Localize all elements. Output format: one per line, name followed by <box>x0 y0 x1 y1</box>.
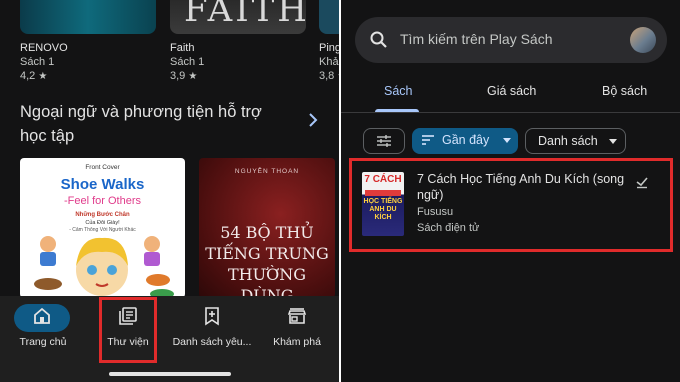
cover-title: 54 BỘ THỦ TIẾNG TRUNG THƯỜNG DÙNG <box>199 222 335 298</box>
cover-title-line: THƯỜNG DÙNG <box>227 265 306 298</box>
search-placeholder[interactable]: Tìm kiếm trên Play Sách <box>400 31 553 47</box>
book-cover[interactable] <box>319 0 339 34</box>
filter-button[interactable] <box>363 128 405 154</box>
view-list-chip[interactable]: Danh sách <box>525 128 626 154</box>
book-card-faith[interactable]: FAITH Faith Sách 1 3,9 ★ <box>170 0 306 82</box>
book-cover[interactable] <box>20 0 156 34</box>
book-title: Faith <box>170 42 195 54</box>
book-card-ping[interactable]: Ping Khả 3,8 ★ <box>319 0 339 82</box>
highlight-box <box>349 158 673 252</box>
library-tabs: Sách Giá sách Bộ sách <box>341 70 680 112</box>
tab-shelves[interactable]: Giá sách <box>487 84 536 98</box>
book-title: Ping <box>319 42 339 54</box>
book-subtitle: Sách 1 <box>170 56 205 68</box>
store-icon <box>287 308 307 324</box>
filter-icon <box>377 135 391 147</box>
sort-icon <box>422 135 434 145</box>
gesture-bar[interactable] <box>109 372 231 376</box>
chevron-down-icon <box>609 139 617 144</box>
chevron-right-icon[interactable] <box>306 111 320 129</box>
search-icon <box>370 31 387 48</box>
cover-author: NGUYỄN THOAN <box>234 168 300 175</box>
rating-value: 3,8 <box>319 70 335 82</box>
tab-books[interactable]: Sách <box>384 84 413 98</box>
chip-label: Gần đây <box>442 133 490 147</box>
book-title: RENOVO <box>20 42 68 54</box>
top-books-row: RENOVO Sách 1 4,2 ★ FAITH Faith Sách 1 3… <box>0 0 339 90</box>
book-cover-shoe-walks[interactable]: Front Cover Shoe Walks -Feel for Others … <box>20 158 185 298</box>
book-card-renovo[interactable]: RENOVO Sách 1 4,2 ★ <box>20 0 156 82</box>
cover-vi-subtitle: Của Đôi Giày! <box>85 220 120 226</box>
star-icon: ★ <box>38 71 48 82</box>
library-screen: Tìm kiếm trên Play Sách Sách Giá sách Bộ… <box>341 0 680 382</box>
cover-subtitle: -Feel for Others <box>63 195 142 207</box>
nav-explore[interactable]: Khám phá <box>266 296 328 382</box>
chevron-down-icon <box>503 138 511 143</box>
cover-illustration <box>34 236 174 298</box>
book-cover-54-bo-thu[interactable]: NGUYỄN THOAN 54 BỘ THỦ TIẾNG TRUNG THƯỜN… <box>199 158 335 298</box>
cover-title-line: 54 BỘ THỦ <box>220 223 314 242</box>
tabs-divider <box>341 112 680 113</box>
home-icon <box>34 307 50 324</box>
chip-label: Danh sách <box>538 134 598 148</box>
nav-label: Danh sách yêu... <box>172 336 252 348</box>
cover-title-line: TIẾNG TRUNG <box>205 244 329 263</box>
star-icon: ★ <box>188 71 198 82</box>
nav-label: Trang chủ <box>19 336 67 348</box>
store-screen: RENOVO Sách 1 4,2 ★ FAITH Faith Sách 1 3… <box>0 0 339 382</box>
cover-text: FAITH <box>184 0 306 30</box>
cover-title: Shoe Walks <box>60 176 145 193</box>
nav-home[interactable]: Trang chủ <box>6 296 80 382</box>
tab-series[interactable]: Bộ sách <box>602 84 647 98</box>
highlight-box <box>99 297 157 363</box>
rating-value: 4,2 <box>20 70 36 82</box>
sort-recent-chip[interactable]: Gần đây <box>412 128 518 154</box>
book-cover[interactable]: FAITH <box>170 0 306 34</box>
book-subtitle: Khả <box>319 56 339 68</box>
cover-vi-title: Những Bước Chân <box>75 212 130 218</box>
avatar[interactable] <box>630 27 656 53</box>
rating-value: 3,9 <box>170 70 186 82</box>
section-title: Ngoại ngữ và phương tiện hỗ trợ học tập <box>20 103 262 145</box>
bookmark-add-icon <box>205 307 219 326</box>
cover-label: Front Cover <box>85 164 120 171</box>
book-subtitle: Sách 1 <box>20 56 55 68</box>
book-rating: 4,2 ★ <box>20 70 156 82</box>
nav-label: Khám phá <box>273 336 321 348</box>
nav-wishlist[interactable]: Danh sách yêu... <box>170 296 254 382</box>
bottom-navigation: Trang chủ Thư viện Danh sách yêu... Khám… <box>0 296 339 382</box>
search-bar[interactable]: Tìm kiếm trên Play Sách <box>355 17 667 63</box>
book-rating: 3,8 ★ <box>319 70 339 82</box>
book-rating: 3,9 ★ <box>170 70 306 82</box>
